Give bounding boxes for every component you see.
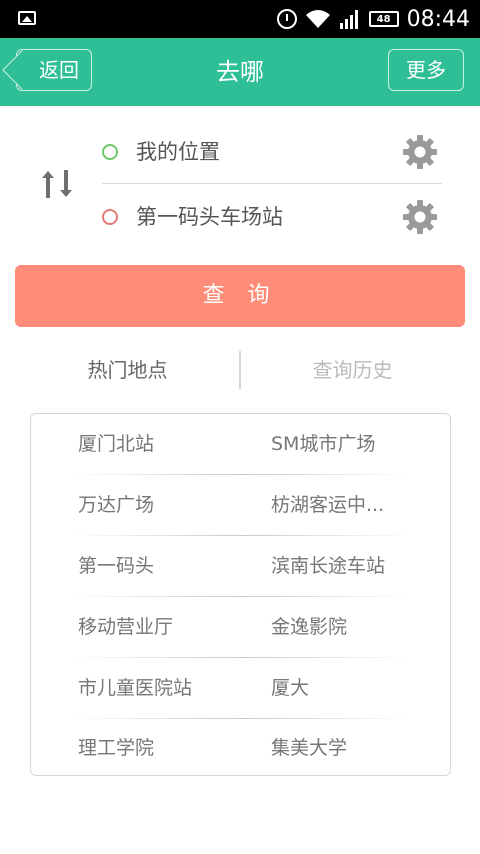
more-button[interactable]: 更多 xyxy=(388,49,464,91)
place-row: 市儿童医院站 厦大 xyxy=(31,658,452,719)
status-bar: 48 08:44 xyxy=(0,0,480,38)
place-item[interactable]: 枋湖客运中... xyxy=(271,475,411,536)
place-item[interactable]: 集美大学 xyxy=(271,718,411,779)
place-item[interactable]: 第一码头 xyxy=(78,536,154,597)
signal-icon xyxy=(339,10,358,29)
place-item[interactable]: 厦大 xyxy=(271,658,411,719)
status-time: 08:44 xyxy=(406,6,470,32)
place-item[interactable]: 万达广场 xyxy=(78,475,154,536)
tab-hot-places[interactable]: 热门地点 xyxy=(15,345,240,395)
wifi-icon xyxy=(305,10,330,28)
place-row: 第一码头 滨南长途车站 xyxy=(31,536,452,597)
battery-icon: 48 xyxy=(368,11,399,27)
place-item[interactable]: 滨南长途车站 xyxy=(271,536,411,597)
place-row: 移动营业厅 金逸影院 xyxy=(31,597,452,658)
place-tabs: 热门地点 查询历史 xyxy=(15,345,465,395)
hot-places-list: 厦门北站 SM城市广场 万达广场 枋湖客运中... 第一码头 滨南长途车站 移动… xyxy=(30,413,451,776)
swap-direction-icon[interactable] xyxy=(38,168,76,200)
destination-field[interactable]: 第一码头车场站 xyxy=(136,185,283,249)
header-bar: 去哪 返回 更多 xyxy=(0,38,480,106)
origin-field[interactable]: 我的位置 xyxy=(136,120,220,184)
gallery-notification-icon xyxy=(18,11,36,25)
back-button[interactable]: 返回 xyxy=(16,49,92,91)
status-icons: 48 08:44 xyxy=(276,0,470,38)
place-row: 厦门北站 SM城市广场 xyxy=(31,414,452,475)
destination-settings-gear-icon[interactable] xyxy=(402,199,438,235)
place-item[interactable]: 移动营业厅 xyxy=(78,597,173,658)
place-item[interactable]: 理工学院 xyxy=(78,718,154,779)
query-button[interactable]: 查 询 xyxy=(15,265,465,327)
place-row: 理工学院 集美大学 xyxy=(31,718,452,779)
alarm-icon xyxy=(276,9,297,29)
origin-settings-gear-icon[interactable] xyxy=(402,134,438,170)
place-item[interactable]: 厦门北站 xyxy=(78,414,154,475)
origin-dot-icon xyxy=(102,144,118,160)
place-row: 万达广场 枋湖客运中... xyxy=(31,475,452,536)
destination-row[interactable]: 第一码头车场站 xyxy=(102,185,442,249)
place-item[interactable]: 金逸影院 xyxy=(271,597,411,658)
destination-dot-icon xyxy=(102,209,118,225)
tab-query-history[interactable]: 查询历史 xyxy=(240,345,465,395)
place-item[interactable]: SM城市广场 xyxy=(271,414,411,475)
place-item[interactable]: 市儿童医院站 xyxy=(78,658,192,719)
origin-row[interactable]: 我的位置 xyxy=(102,120,442,184)
back-button-label: 返回 xyxy=(39,58,79,82)
